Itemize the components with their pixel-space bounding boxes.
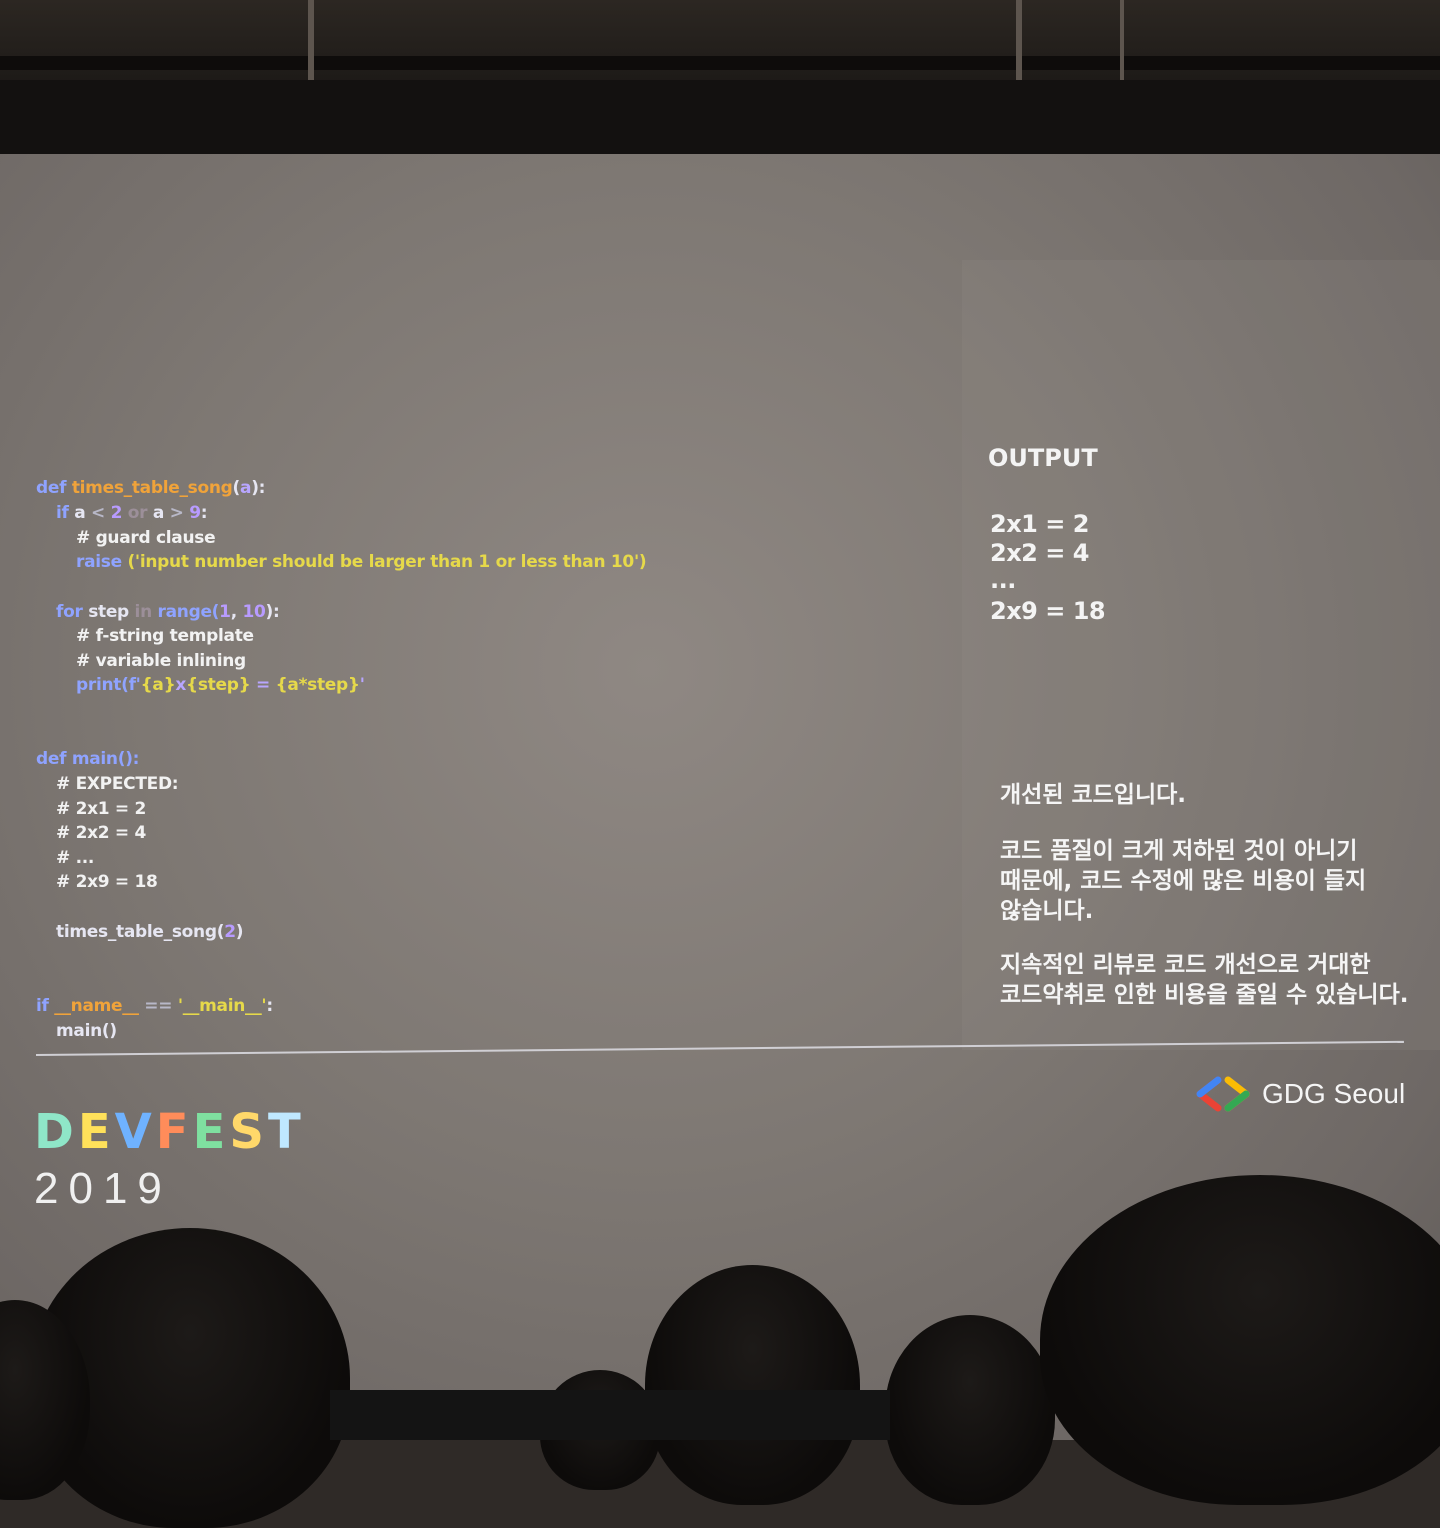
code-line-5: for step in range(1, 10): — [56, 602, 280, 622]
op: == — [138, 996, 178, 1016]
punct: : — [266, 996, 273, 1016]
brand-name: GDG Seoul — [1262, 1078, 1406, 1109]
output-panel-bg — [962, 260, 1440, 1050]
output-line: 2x2 = 4 — [990, 539, 1089, 567]
code-line-9: def main(): — [36, 749, 139, 769]
string: ('input number should be larger than 1 o… — [127, 552, 647, 572]
param: a — [240, 478, 252, 498]
var: a — [152, 503, 165, 523]
keyword: or — [122, 503, 153, 523]
number: 2 — [110, 503, 123, 523]
code-line-13: # ... — [56, 848, 95, 868]
devfest-letter: E — [192, 1104, 226, 1160]
code-line-10: # EXPECTED: — [56, 774, 179, 794]
function-def: def main(): — [36, 749, 140, 769]
number: 2 — [224, 922, 236, 942]
output-line: 2x1 = 2 — [990, 510, 1089, 538]
op: < — [85, 503, 111, 523]
string: = — [250, 675, 276, 695]
output-line: 2x9 = 18 — [990, 597, 1106, 625]
korean-text-2: 코드 품질이 크게 저하된 것이 아니기 때문에, 코드 수정에 많은 비용이 … — [1000, 838, 1367, 924]
number: 1 — [219, 602, 231, 622]
code-line-6: # f-string template — [76, 626, 254, 646]
punct: , — [230, 602, 243, 622]
code-line-16: if __name__ == '__main__': — [36, 996, 273, 1016]
output-line: ... — [990, 566, 1016, 594]
string: {a*step} — [275, 675, 360, 695]
keyword: if — [56, 503, 75, 523]
string: '__main__' — [177, 996, 267, 1016]
punct: ) — [235, 922, 244, 942]
code-line-8: print(f'{a}x{step} = {a*step}' — [76, 675, 365, 695]
cable — [1120, 0, 1124, 80]
string: {a} — [140, 675, 176, 695]
code-line-7: # variable inlining — [76, 651, 246, 671]
output-title: OUTPUT — [988, 444, 1098, 472]
keyword: if — [36, 996, 55, 1016]
devfest-word: DEVFEST — [34, 1108, 301, 1156]
code-line-2: if a < 2 or a > 9: — [56, 503, 208, 523]
korean-text-3: 지속적인 리뷰로 코드 개선으로 거대한 코드악취로 인한 비용을 줄일 수 있… — [1000, 952, 1409, 1008]
audience-head — [645, 1265, 860, 1505]
builtin: range( — [157, 602, 220, 622]
function-call: times_table_song( — [56, 922, 225, 942]
code-line-17: main() — [56, 1021, 117, 1041]
dunder: __name__ — [54, 996, 139, 1016]
ceiling-rail — [0, 56, 1440, 70]
ceiling — [0, 0, 1440, 160]
number: 9 — [189, 503, 201, 523]
function-name: times_table_song — [71, 478, 233, 498]
devfest-letter: E — [77, 1104, 111, 1160]
ceiling-beam — [0, 80, 1440, 154]
hanger — [1016, 0, 1022, 80]
devfest-year: 2019 — [34, 1164, 172, 1213]
code-line-12: # 2x2 = 4 — [56, 823, 146, 843]
devfest-letter: T — [267, 1104, 301, 1160]
audience-head — [885, 1315, 1055, 1505]
korean-text-1: 개선된 코드입니다. — [1000, 782, 1187, 808]
hanger — [308, 0, 314, 80]
devfest-letter: D — [34, 1104, 74, 1160]
var: step — [88, 602, 129, 622]
code-line-15: times_table_song(2) — [56, 922, 244, 942]
number: 10 — [242, 602, 266, 622]
keyword: for — [56, 602, 89, 622]
var: a — [74, 503, 86, 523]
punct: ( — [232, 478, 241, 498]
punct: ): — [265, 602, 280, 622]
string: ' — [359, 675, 365, 695]
keyword: def — [36, 478, 72, 498]
gdg-seoul-logo: GDG Seoul — [1194, 1074, 1405, 1114]
devfest-letter: F — [155, 1104, 189, 1160]
string: {step} — [186, 675, 251, 695]
gdg-brackets-icon — [1196, 1076, 1250, 1112]
op: > — [164, 503, 190, 523]
code-line-4: raise ('input number should be larger th… — [76, 552, 647, 572]
devfest-logo: DEVFEST 2019 — [34, 1108, 301, 1214]
devfest-letter: S — [229, 1104, 264, 1160]
punct: : — [200, 503, 208, 523]
code-line-11: # 2x1 = 2 — [56, 799, 146, 819]
keyword: raise — [76, 552, 128, 572]
audience-shadow — [330, 1390, 890, 1440]
devfest-letter: V — [114, 1104, 152, 1160]
builtin: print(f' — [76, 675, 141, 695]
string: x — [175, 675, 187, 695]
code-line-3: # guard clause — [76, 528, 216, 548]
code-line-14: # 2x9 = 18 — [56, 872, 158, 892]
code-line-1: def times_table_song(a): — [36, 478, 265, 498]
punct: ): — [251, 478, 266, 498]
keyword: in — [128, 602, 158, 622]
